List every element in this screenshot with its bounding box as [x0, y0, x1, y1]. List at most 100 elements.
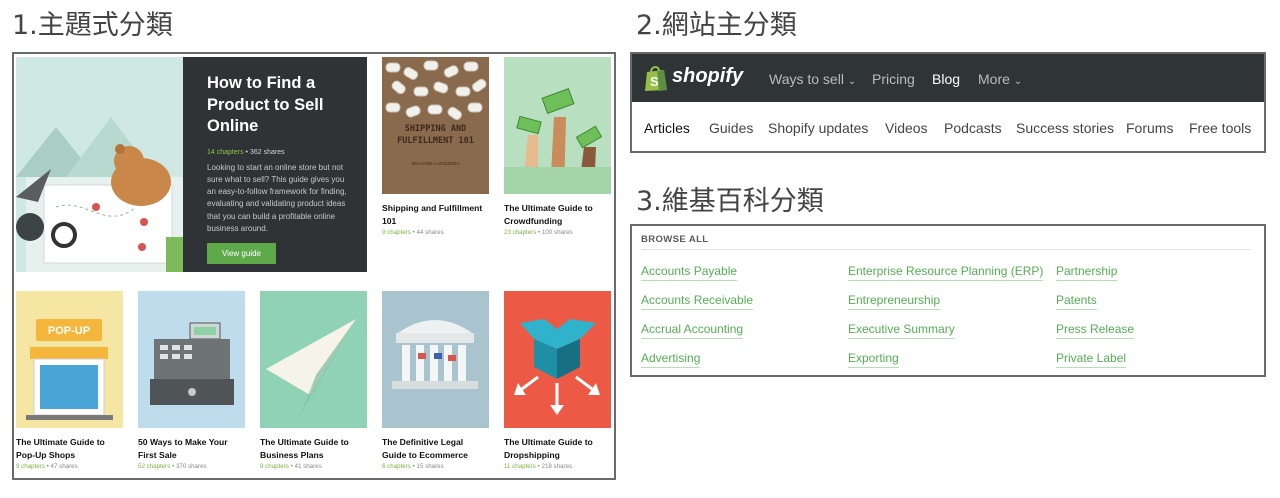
section-title-topic: 1.主題式分類 — [12, 10, 173, 41]
section-title-wiki: 3.維基百科分類 — [636, 186, 824, 217]
chapter-count: 9 chapters — [16, 463, 45, 470]
shopify-top-nav: S shopify Ways to sell ⌄ Pricing Blog Mo… — [632, 54, 1264, 102]
guide-card-popup-shops[interactable]: POP-UP The Ultimate Guide to Pop-Up Shop… — [16, 291, 123, 470]
share-count: 15 shares — [416, 463, 444, 470]
subnav-free-tools[interactable]: Free tools — [1189, 120, 1251, 136]
box-arrows-illustration — [504, 291, 611, 428]
subnav-guides[interactable]: Guides — [709, 120, 753, 136]
guide-thumbnail — [138, 291, 245, 428]
popup-sign: POP-UP — [47, 325, 91, 337]
shopify-bag-icon[interactable]: S — [644, 64, 668, 97]
guide-meta: 23 chapters • 100 shares — [504, 229, 611, 236]
chevron-down-icon: ⌄ — [847, 76, 857, 87]
chapter-count: 9 chapters — [260, 463, 289, 470]
nav-more[interactable]: More ⌄ — [978, 71, 1022, 87]
nav-ways-to-sell[interactable]: Ways to sell ⌄ — [769, 71, 856, 87]
cash-register-illustration — [138, 291, 245, 428]
share-count: 100 shares — [541, 229, 573, 236]
share-count: 41 shares — [294, 463, 322, 470]
view-guide-button[interactable]: View guide — [207, 243, 276, 265]
wiki-link-erp[interactable]: Enterprise Resource Planning (ERP) — [848, 264, 1044, 281]
guide-meta: 6 chapters • 15 shares — [382, 463, 489, 470]
wiki-link-private-label[interactable]: Private Label — [1056, 351, 1127, 368]
guide-meta: 9 chapters • 41 shares — [260, 463, 367, 470]
shopify-logo-text[interactable]: shopify — [672, 65, 743, 88]
subnav-shopify-updates[interactable]: Shopify updates — [768, 120, 868, 136]
wiki-link-executive-summary[interactable]: Executive Summary — [848, 322, 955, 339]
guide-title[interactable]: 50 Ways to Make Your First Sale — [138, 436, 245, 461]
popup-shop-illustration — [16, 291, 123, 428]
guide-title[interactable]: The Ultimate Guide to Dropshipping — [504, 436, 611, 461]
courthouse-illustration — [382, 291, 489, 428]
meta-separator: • — [290, 463, 293, 470]
share-count: 47 shares — [50, 463, 78, 470]
wiki-link-accounts-receivable[interactable]: Accounts Receivable — [641, 293, 754, 310]
guide-card-first-sale[interactable]: 50 Ways to Make Your First Sale 52 chapt… — [138, 291, 245, 470]
svg-text:S: S — [650, 74, 659, 89]
guide-title[interactable]: The Ultimate Guide to Crowdfunding — [504, 202, 611, 227]
guide-meta: 52 chapters • 370 shares — [138, 463, 245, 470]
meta-separator: • — [172, 463, 175, 470]
cover-author: RICHARD LAZAZZERA — [411, 161, 460, 166]
bear-map-illustration — [16, 57, 184, 272]
subnav-podcasts[interactable]: Podcasts — [944, 120, 1002, 136]
guide-title[interactable]: The Ultimate Guide to Business Plans — [260, 436, 367, 461]
chapter-count: 6 chapters — [382, 463, 411, 470]
wiki-link-patents[interactable]: Patents — [1056, 293, 1097, 310]
wiki-link-exporting[interactable]: Exporting — [848, 351, 899, 368]
guide-thumbnail — [504, 291, 611, 428]
chapter-count: 14 chapters — [207, 148, 244, 156]
share-count: 362 shares — [249, 148, 285, 156]
guide-title[interactable]: Shipping and Fulfillment 101 — [382, 202, 489, 227]
guide-thumbnail: SHIPPING AND FULFILLMENT 101 RICHARD LAZ… — [382, 57, 489, 194]
browse-all-heading: BROWSE ALL — [641, 234, 709, 245]
guide-card-dropshipping[interactable]: The Ultimate Guide to Dropshipping 11 ch… — [504, 291, 611, 470]
nav-label: More — [978, 71, 1010, 87]
featured-guide-title[interactable]: How to Find a Product to Sell Online — [207, 73, 353, 138]
guide-meta: 9 chapters • 44 shares — [382, 229, 489, 236]
meta-separator: • — [412, 229, 415, 236]
guide-meta: 11 chapters • 218 shares — [504, 463, 611, 470]
subnav-success-stories[interactable]: Success stories — [1016, 120, 1114, 136]
guide-card-business-plans[interactable]: The Ultimate Guide to Business Plans 9 c… — [260, 291, 367, 470]
subnav-videos[interactable]: Videos — [885, 120, 928, 136]
nav-blog[interactable]: Blog — [932, 71, 960, 87]
nav-label: Ways to sell — [769, 71, 844, 87]
guide-title[interactable]: The Ultimate Guide to Pop-Up Shops — [16, 436, 123, 461]
featured-guide-card: How to Find a Product to Sell Online 14 … — [183, 57, 367, 272]
guide-card-legal-ecommerce[interactable]: The Definitive Legal Guide to Ecommerce … — [382, 291, 489, 470]
guide-card-crowdfunding[interactable]: The Ultimate Guide to Crowdfunding 23 ch… — [504, 57, 611, 236]
meta-separator: • — [537, 463, 540, 470]
chapter-count: 9 chapters — [382, 229, 411, 236]
guide-thumbnail: POP-UP — [16, 291, 123, 428]
guide-title[interactable]: The Definitive Legal Guide to Ecommerce — [382, 436, 489, 461]
chapter-count: 52 chapters — [138, 463, 171, 470]
wiki-link-partnership[interactable]: Partnership — [1056, 264, 1118, 281]
divider — [641, 249, 1251, 250]
meta-separator: • — [412, 463, 415, 470]
wiki-link-entrepreneurship[interactable]: Entrepreneurship — [848, 293, 941, 310]
guide-thumbnail — [504, 57, 611, 194]
featured-guide-illustration[interactable] — [16, 57, 184, 272]
wiki-link-advertising[interactable]: Advertising — [641, 351, 701, 368]
guide-thumbnail — [260, 291, 367, 428]
cover-title: SHIPPING AND FULFILLMENT 101 — [397, 124, 474, 146]
guide-card-shipping[interactable]: SHIPPING AND FULFILLMENT 101 RICHARD LAZ… — [382, 57, 489, 236]
chapter-count: 11 chapters — [504, 463, 536, 470]
hands-money-illustration — [504, 57, 611, 194]
paper-plane-illustration — [260, 291, 367, 428]
subnav-articles[interactable]: Articles — [644, 120, 690, 136]
wiki-link-accrual-accounting[interactable]: Accrual Accounting — [641, 322, 744, 339]
section-title-site-nav: 2.網站主分類 — [636, 10, 797, 41]
chevron-down-icon: ⌄ — [1013, 76, 1023, 87]
subnav-forums[interactable]: Forums — [1126, 120, 1173, 136]
guide-meta: 9 chapters • 47 shares — [16, 463, 123, 470]
wiki-link-press-release[interactable]: Press Release — [1056, 322, 1135, 339]
guide-thumbnail — [382, 291, 489, 428]
meta-separator: • — [538, 229, 541, 236]
nav-pricing[interactable]: Pricing — [872, 71, 915, 87]
featured-guide-meta: 14 chapters • 362 shares — [207, 149, 353, 156]
share-count: 370 shares — [175, 463, 207, 470]
wiki-link-accounts-payable[interactable]: Accounts Payable — [641, 264, 738, 281]
meta-separator: • — [46, 463, 49, 470]
